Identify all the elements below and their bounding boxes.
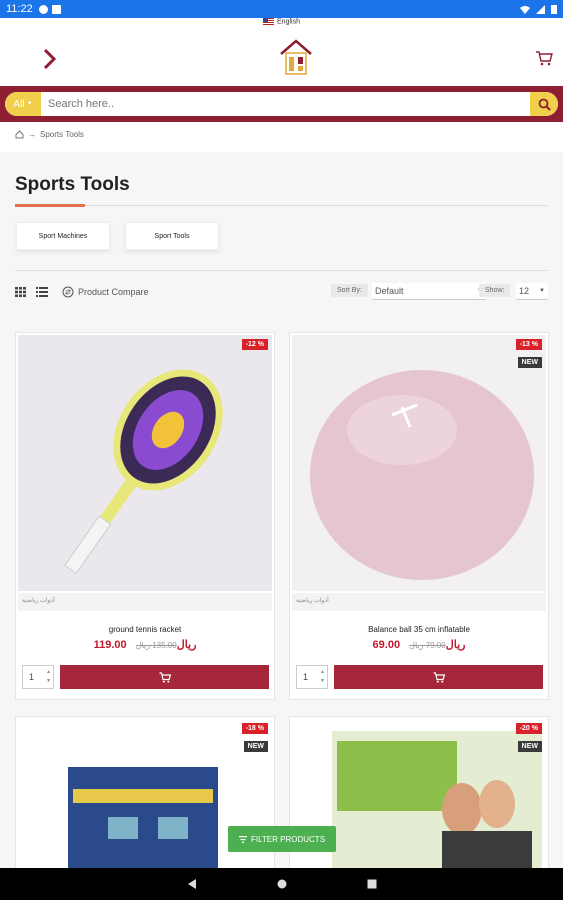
breadcrumb-separator: → — [28, 130, 36, 139]
product-image[interactable]: -13 % NEW — [292, 335, 546, 591]
signal-icon — [536, 4, 545, 14]
quantity-stepper[interactable]: 1 ▲ ▼ — [22, 665, 54, 689]
search-bar: All ▼ — [0, 86, 563, 122]
product-card[interactable]: -13 % NEW أدوات رياضية Balance ball 35 c… — [289, 332, 549, 700]
sort-select[interactable]: Default▼ — [372, 283, 486, 300]
listing-toolbar: Product Compare Sort By: Default▼ Show: … — [15, 282, 548, 302]
add-to-cart-button[interactable] — [334, 665, 543, 689]
cart-icon — [159, 671, 171, 683]
filter-products-button[interactable]: FILTER PRODUCTS — [228, 826, 336, 852]
product-card[interactable]: -12 % أدوات رياضية ground tennis racket … — [15, 332, 275, 700]
status-time: 11:22 — [6, 3, 33, 15]
show-label: Show: — [479, 284, 511, 297]
search-input[interactable] — [41, 92, 530, 116]
status-notification-icon — [38, 4, 48, 14]
discount-badge: -20 % — [515, 723, 542, 734]
title-divider — [15, 205, 548, 206]
list-view-icon[interactable] — [36, 287, 48, 297]
cart-icon[interactable] — [535, 50, 553, 66]
quantity-stepper[interactable]: 1 ▲ ▼ — [296, 665, 328, 689]
category-dropdown[interactable]: All ▼ — [5, 92, 41, 116]
compare-icon — [62, 286, 74, 298]
product-name[interactable]: Balance ball 35 cm inflatable — [290, 625, 548, 634]
compare-label: Product Compare — [78, 287, 149, 297]
stepper-arrows-icon[interactable]: ▲ ▼ — [46, 668, 51, 686]
product-name[interactable]: ground tennis racket — [16, 625, 274, 634]
status-app-icon — [51, 4, 61, 14]
home-icon[interactable] — [277, 879, 287, 889]
product-image[interactable]: -12 % — [18, 335, 272, 591]
subcategory-sport-machines[interactable]: Sport Machines — [16, 222, 110, 250]
title-accent — [15, 204, 85, 207]
cart-icon — [433, 671, 445, 683]
search-icon — [538, 98, 551, 111]
tennis-racket-image — [18, 335, 272, 591]
recents-icon[interactable] — [367, 879, 377, 889]
android-nav-bar — [0, 868, 563, 900]
chevron-right-icon[interactable] — [38, 46, 60, 72]
new-badge: NEW — [517, 741, 542, 752]
breadcrumb-current[interactable]: Sports Tools — [40, 130, 84, 139]
language-selector[interactable]: English — [0, 18, 563, 30]
back-icon[interactable] — [187, 879, 197, 889]
page-title: Sports Tools — [15, 174, 130, 195]
logo[interactable] — [278, 38, 314, 76]
subcategory-sport-tools[interactable]: Sport Tools — [125, 222, 219, 250]
product-old-price: 79.00 ريال — [409, 641, 446, 650]
header — [0, 30, 563, 86]
new-badge: NEW — [517, 357, 542, 368]
balance-ball-image — [292, 335, 546, 591]
add-to-cart-button[interactable] — [60, 665, 269, 689]
discount-badge: -18 % — [241, 723, 268, 734]
status-bar: 11:22 — [0, 0, 563, 18]
dropdown-arrow-icon: ▼ — [539, 288, 545, 294]
toolbar-divider — [15, 270, 548, 271]
product-category: أدوات رياضية — [18, 593, 272, 611]
us-flag-icon — [263, 18, 275, 25]
home-icon[interactable] — [15, 130, 24, 139]
show-select[interactable]: 12 ▼ — [516, 283, 548, 300]
search-button[interactable] — [530, 92, 558, 116]
filter-label: FILTER PRODUCTS — [250, 834, 326, 844]
discount-badge: -13 % — [515, 339, 542, 350]
new-badge: NEW — [243, 741, 268, 752]
language-label: English — [277, 18, 300, 26]
sort-label: Sort By: — [331, 284, 368, 297]
product-old-price: 135.00 ريال — [135, 641, 177, 650]
filter-icon — [238, 835, 247, 843]
discount-badge: -12 % — [241, 339, 268, 350]
stepper-arrows-icon[interactable]: ▲ ▼ — [320, 668, 325, 686]
wifi-icon — [520, 5, 530, 14]
product-compare-link[interactable]: Product Compare — [62, 286, 149, 298]
breadcrumb: → Sports Tools — [15, 130, 84, 139]
grid-view-icon[interactable] — [15, 287, 26, 297]
product-category: أدوات رياضية — [292, 593, 546, 611]
battery-icon — [551, 5, 557, 14]
